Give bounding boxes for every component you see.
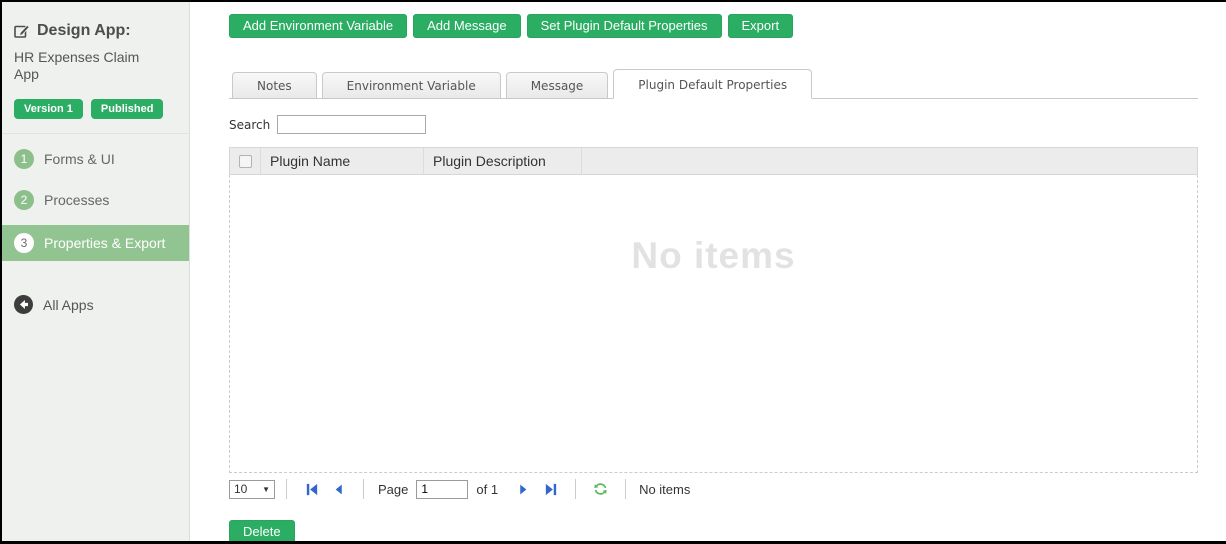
pager-divider (363, 479, 364, 499)
main-content: Add Environment Variable Add Message Set… (229, 2, 1198, 541)
last-page-icon[interactable] (542, 481, 559, 497)
step-2-circle: 2 (14, 190, 34, 210)
version-badge[interactable]: Version 1 (14, 99, 83, 119)
tab-plugin-default-properties[interactable]: Plugin Default Properties (613, 69, 813, 99)
plugin-table: Plugin Name Plugin Description No items … (229, 147, 1198, 500)
sidebar-item-forms-ui[interactable]: 1 Forms & UI (2, 143, 189, 175)
add-environment-variable-button[interactable]: Add Environment Variable (229, 14, 408, 38)
app-name: HR Expenses Claim App (14, 49, 140, 82)
page-number-input[interactable] (416, 479, 469, 499)
tab-message[interactable]: Message (505, 72, 609, 98)
page-title: Design App: (37, 22, 131, 39)
page-size-value: 10 (234, 482, 248, 496)
page-label: Page (378, 481, 409, 497)
sidebar-item-label: Properties & Export (44, 235, 166, 251)
header-cell-plugin-description[interactable]: Plugin Description (424, 148, 582, 174)
step-1-circle: 1 (14, 149, 34, 169)
sidebar-item-all-apps[interactable]: All Apps (2, 289, 189, 320)
first-page-icon[interactable] (303, 481, 320, 497)
sidebar-item-label: Processes (44, 192, 110, 208)
sidebar-menu: 1 Forms & UI 2 Processes 3 Properties & … (2, 143, 189, 261)
empty-state-text: No items (631, 235, 796, 276)
header-cell-filler (582, 148, 1197, 174)
search-row: Search (229, 115, 1198, 134)
header-cell-select (230, 148, 261, 174)
search-label: Search (229, 117, 271, 132)
toolbar: Add Environment Variable Add Message Set… (229, 14, 1198, 38)
tab-notes[interactable]: Notes (232, 72, 317, 98)
delete-button[interactable]: Delete (229, 520, 295, 541)
pager-divider (575, 479, 577, 499)
pager-divider (286, 479, 287, 499)
page-of-label: of 1 (476, 481, 499, 497)
pager-status-text: No items (639, 481, 691, 497)
pagination-bar: 10 ▼ Page of 1 (229, 478, 1198, 500)
add-message-button[interactable]: Add Message (413, 14, 521, 38)
all-apps-label: All Apps (43, 296, 94, 313)
chevron-down-icon: ▼ (262, 484, 270, 494)
app-window: Design App: HR Expenses Claim App Versio… (0, 0, 1226, 544)
tab-bar: Notes Environment Variable Message Plugi… (229, 69, 1198, 99)
next-page-icon[interactable] (515, 481, 532, 497)
header-cell-plugin-name[interactable]: Plugin Name (261, 148, 424, 174)
pager-divider (625, 479, 627, 499)
page-size-select[interactable]: 10 ▼ (229, 479, 275, 499)
export-button[interactable]: Export (727, 14, 794, 38)
step-3-circle: 3 (14, 233, 34, 253)
back-arrow-icon (14, 295, 33, 314)
sidebar-item-label: Forms & UI (44, 151, 115, 167)
select-all-checkbox[interactable] (238, 154, 252, 168)
set-plugin-default-properties-button[interactable]: Set Plugin Default Properties (526, 14, 722, 38)
published-badge[interactable]: Published (90, 99, 164, 119)
search-input[interactable] (277, 115, 427, 134)
refresh-icon[interactable] (592, 481, 609, 497)
sidebar-item-processes[interactable]: 2 Processes (2, 184, 189, 216)
sidebar: Design App: HR Expenses Claim App Versio… (2, 2, 190, 541)
sidebar-header: Design App: HR Expenses Claim App Versio… (2, 2, 189, 134)
previous-page-icon[interactable] (330, 481, 347, 497)
tab-environment-variable[interactable]: Environment Variable (321, 72, 501, 98)
table-header-row: Plugin Name Plugin Description (229, 147, 1198, 175)
table-body: No items (229, 175, 1198, 473)
edit-pencil-icon (14, 23, 30, 39)
sidebar-item-properties-export[interactable]: 3 Properties & Export (2, 225, 189, 261)
